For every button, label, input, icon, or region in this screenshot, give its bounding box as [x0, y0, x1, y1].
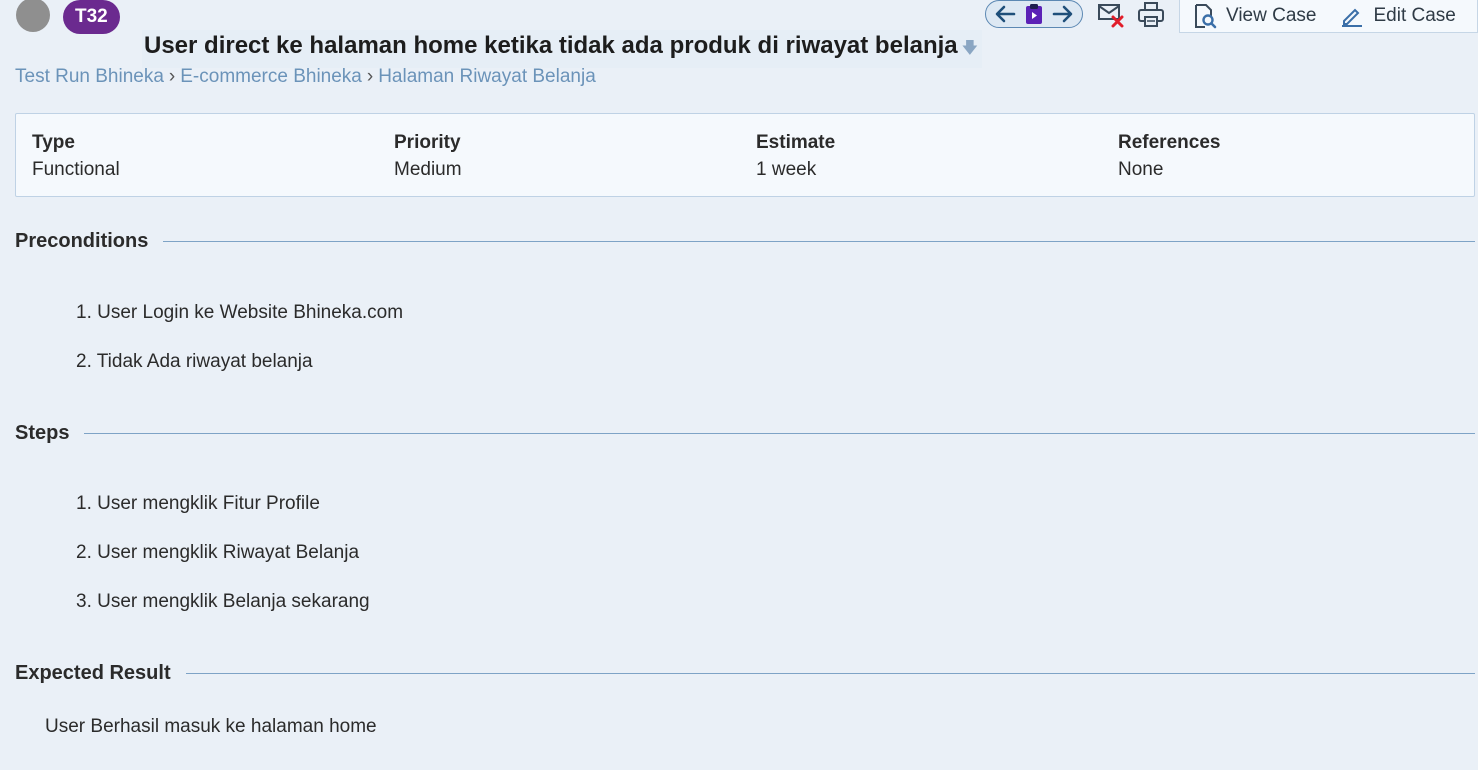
preconditions-header: Preconditions	[15, 230, 1475, 253]
pencil-icon	[1342, 8, 1363, 27]
references-label: References	[1118, 132, 1221, 153]
references-value: None	[1118, 159, 1164, 180]
view-case-label: View Case	[1226, 5, 1317, 26]
breadcrumb-separator: ›	[168, 66, 176, 87]
arrow-down-icon[interactable]: 🡇	[962, 40, 978, 57]
info-references: References None	[1118, 131, 1220, 185]
mail-x-icon[interactable]	[1097, 2, 1125, 28]
steps-header: Steps	[15, 422, 1475, 445]
section-divider	[163, 241, 1475, 242]
case-action-bar: View Case Edit Case	[1179, 0, 1478, 33]
info-priority: Priority Medium	[394, 131, 462, 185]
breadcrumb-separator: ›	[366, 66, 374, 87]
section-divider	[84, 433, 1475, 434]
info-estimate: Estimate 1 week	[756, 131, 835, 185]
estimate-value: 1 week	[756, 159, 817, 180]
preconditions-title: Preconditions	[15, 230, 149, 252]
step-item: 2. User mengklik Riwayat Belanja	[76, 542, 360, 563]
page-title: User direct ke halaman home ketika tidak…	[142, 30, 983, 68]
breadcrumb: Test Run Bhineka › E-commerce Bhineka › Hala…	[15, 66, 596, 88]
expected-result-title: Expected Result	[15, 662, 171, 684]
section-divider	[185, 673, 1475, 674]
case-info-card: Type Functional Priority Medium Estimate…	[15, 113, 1475, 197]
printer-icon[interactable]	[1137, 1, 1165, 29]
expected-result-text: User Berhasil masuk ke halaman home	[45, 716, 377, 737]
info-type: Type Functional	[32, 131, 120, 185]
priority-value: Medium	[394, 159, 462, 180]
edit-case-label: Edit Case	[1373, 5, 1456, 26]
priority-label: Priority	[394, 132, 461, 153]
breadcrumb-item-suite[interactable]: E-commerce Bhineka	[180, 66, 362, 87]
expected-result-header: Expected Result	[15, 662, 1475, 685]
clipboard-icon[interactable]	[1025, 3, 1043, 25]
case-navigation	[985, 0, 1083, 28]
step-item: 3. User mengklik Belanja sekarang	[76, 591, 370, 612]
arrow-left-icon[interactable]	[994, 5, 1016, 23]
type-value: Functional	[32, 159, 120, 180]
type-label: Type	[32, 132, 75, 153]
precondition-item: 1. User Login ke Website Bhineka.com	[76, 302, 404, 323]
precondition-item: 2. Tidak Ada riwayat belanja	[76, 351, 313, 372]
page-title-text: User direct ke halaman home ketika tidak…	[144, 32, 958, 59]
case-id-badge: T32	[63, 0, 120, 34]
edit-case-button[interactable]: Edit Case	[1340, 4, 1456, 28]
status-indicator	[16, 0, 50, 32]
breadcrumb-item-section[interactable]: Halaman Riwayat Belanja	[378, 66, 596, 87]
breadcrumb-item-test-run[interactable]: Test Run Bhineka	[15, 66, 164, 87]
view-case-button[interactable]: View Case	[1193, 3, 1316, 29]
step-item: 1. User mengklik Fitur Profile	[76, 493, 320, 514]
arrow-right-icon[interactable]	[1052, 5, 1074, 23]
steps-title: Steps	[15, 422, 70, 444]
estimate-label: Estimate	[756, 132, 836, 153]
document-search-icon	[1195, 4, 1217, 29]
